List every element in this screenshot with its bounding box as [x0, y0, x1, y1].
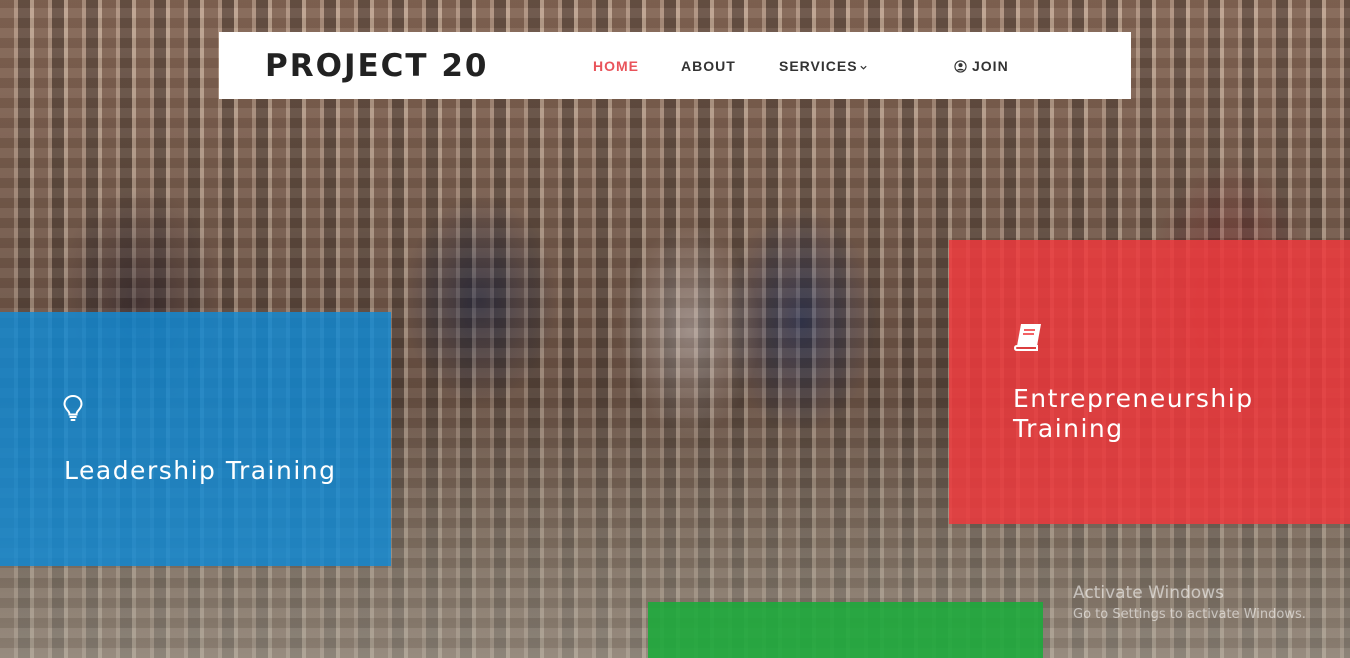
user-circle-icon	[954, 59, 967, 73]
nav-about-link[interactable]: ABOUT	[681, 58, 736, 74]
leadership-training-title: Leadership Training	[64, 456, 337, 485]
nav-join-label: JOIN	[972, 58, 1009, 74]
nav-home-link[interactable]: HOME	[593, 58, 639, 74]
top-navbar: PROJECT 20 HOME ABOUT SERVICES JOIN	[219, 32, 1131, 99]
lightbulb-icon	[63, 394, 83, 421]
activate-windows-watermark: Activate Windows Go to Settings to activ…	[1073, 583, 1306, 622]
chevron-down-icon	[859, 65, 867, 70]
entrepreneurship-training-card[interactable]: Entrepreneurship Training	[949, 240, 1350, 524]
nav-services-dropdown[interactable]: SERVICES	[779, 58, 868, 74]
nav-services-label: SERVICES	[779, 58, 858, 74]
book-icon	[1013, 324, 1041, 351]
leadership-training-card[interactable]: Leadership Training	[0, 312, 391, 566]
third-feature-card[interactable]	[648, 602, 1043, 658]
watermark-subtitle: Go to Settings to activate Windows.	[1073, 607, 1306, 622]
entrepreneurship-training-title: Entrepreneurship Training	[1013, 384, 1254, 443]
nav-join-link[interactable]: JOIN	[954, 58, 1009, 74]
watermark-title: Activate Windows	[1073, 583, 1224, 603]
brand-logo[interactable]: PROJECT 20	[265, 48, 488, 84]
